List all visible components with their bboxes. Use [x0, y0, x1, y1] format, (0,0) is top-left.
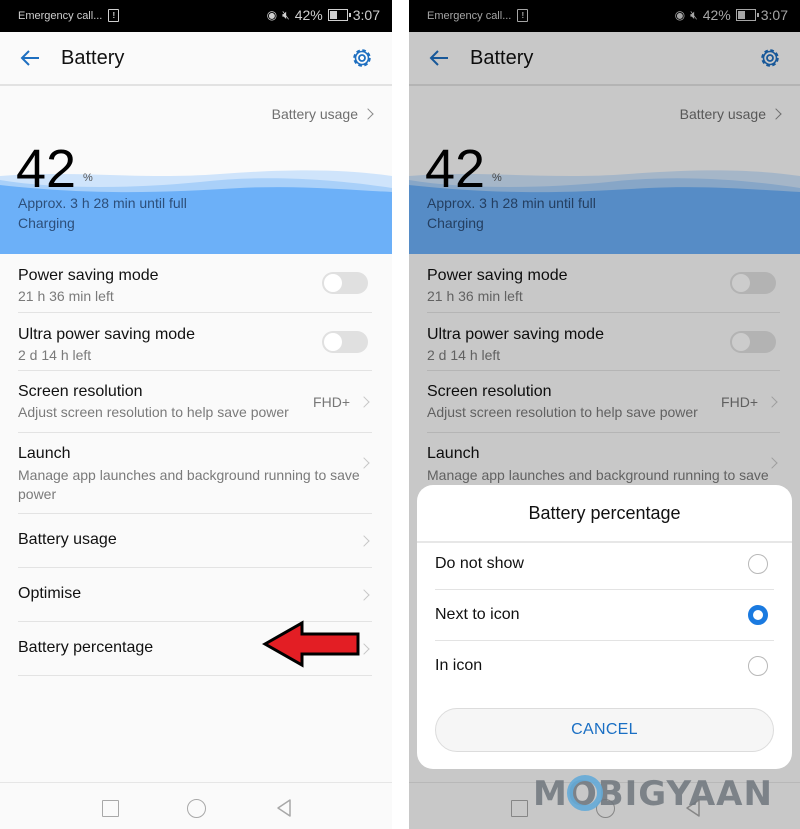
sim-alert-icon: ! — [108, 9, 120, 22]
home-icon[interactable] — [187, 799, 206, 818]
dialog-title: Battery percentage — [528, 503, 681, 523]
battery-charging-icon — [327, 9, 351, 21]
setting-title: Ultra power saving mode — [18, 326, 195, 343]
setting-title: Launch — [18, 445, 71, 462]
option-do-not-show[interactable]: Do not show — [435, 539, 774, 589]
power-saving-toggle[interactable] — [322, 272, 368, 294]
emergency-call-text: Emergency call... — [18, 9, 103, 22]
phone-screen-battery-dialog: Emergency call... ! ◉ 🔇︎ 42% 3:07 Batter… — [409, 0, 800, 829]
page-title: Battery — [61, 47, 125, 69]
setting-screen-resolution[interactable]: Screen resolution Adjust screen resoluti… — [18, 371, 372, 433]
radio-unselected-icon[interactable] — [748, 554, 768, 574]
battery-level-unit: % — [83, 172, 93, 184]
back-icon[interactable] — [275, 798, 293, 818]
mute-icon: 🔇︎ — [282, 7, 290, 22]
radio-selected-icon[interactable] — [748, 605, 768, 625]
status-bar: Emergency call... ! ◉ 🔇︎ 42% 3:07 — [0, 0, 392, 32]
battery-level-value: 42 — [16, 139, 77, 199]
charging-state: Charging — [18, 215, 75, 231]
setting-subtitle: 21 h 36 min left — [18, 288, 114, 304]
setting-subtitle: Manage app launches and background runni… — [18, 467, 360, 502]
system-nav-bar — [0, 782, 392, 829]
chevron-right-icon — [358, 588, 370, 601]
chevron-right-icon — [358, 534, 370, 547]
ultra-power-saving-toggle[interactable] — [322, 330, 368, 353]
option-in-icon[interactable]: In icon — [435, 641, 774, 691]
setting-battery-usage[interactable]: Battery usage — [18, 514, 372, 568]
option-next-to-icon[interactable]: Next to icon — [435, 590, 774, 640]
chevron-right-icon — [362, 108, 374, 120]
back-arrow-icon[interactable] — [18, 46, 42, 70]
radio-unselected-icon[interactable] — [748, 656, 768, 676]
option-label: In icon — [435, 657, 483, 674]
option-label: Do not show — [435, 555, 524, 572]
watermark-o-icon — [567, 775, 603, 811]
settings-list: Power saving mode 21 h 36 min left Ultra… — [18, 254, 372, 676]
phone-screen-battery: Emergency call... ! ◉ 🔇︎ 42% 3:07 Batter… — [0, 0, 392, 829]
battery-percentage-dialog: Battery percentage Do not show Next to i… — [417, 485, 792, 769]
chevron-right-icon — [358, 395, 370, 408]
battery-percent-text: 42% — [294, 7, 323, 23]
setting-optimise[interactable]: Optimise — [18, 568, 372, 622]
gear-icon[interactable] — [350, 46, 374, 70]
recents-icon[interactable] — [102, 800, 119, 817]
battery-usage-link[interactable]: Battery usage — [271, 106, 374, 122]
chevron-right-icon — [358, 457, 370, 470]
option-label: Next to icon — [435, 606, 520, 623]
resolution-value: FHD+ — [313, 393, 350, 410]
setting-ultra-power-saving-mode[interactable]: Ultra power saving mode 2 d 14 h left — [18, 313, 372, 371]
setting-launch[interactable]: Launch Manage app launches and backgroun… — [18, 433, 372, 514]
app-header: Battery — [0, 32, 392, 86]
eye-comfort-icon: ◉ — [266, 8, 278, 22]
cancel-button[interactable]: CANCEL — [435, 708, 774, 752]
setting-title: Battery usage — [18, 531, 117, 548]
clock: 3:07 — [352, 7, 380, 23]
setting-subtitle: 2 d 14 h left — [18, 347, 92, 363]
setting-title: Optimise — [18, 585, 82, 602]
red-arrow-icon — [262, 620, 360, 668]
setting-title: Power saving mode — [18, 267, 159, 284]
charge-estimate: Approx. 3 h 28 min until full — [18, 195, 187, 211]
setting-power-saving-mode[interactable]: Power saving mode 21 h 36 min left — [18, 254, 372, 313]
battery-usage-link-label: Battery usage — [271, 106, 358, 122]
